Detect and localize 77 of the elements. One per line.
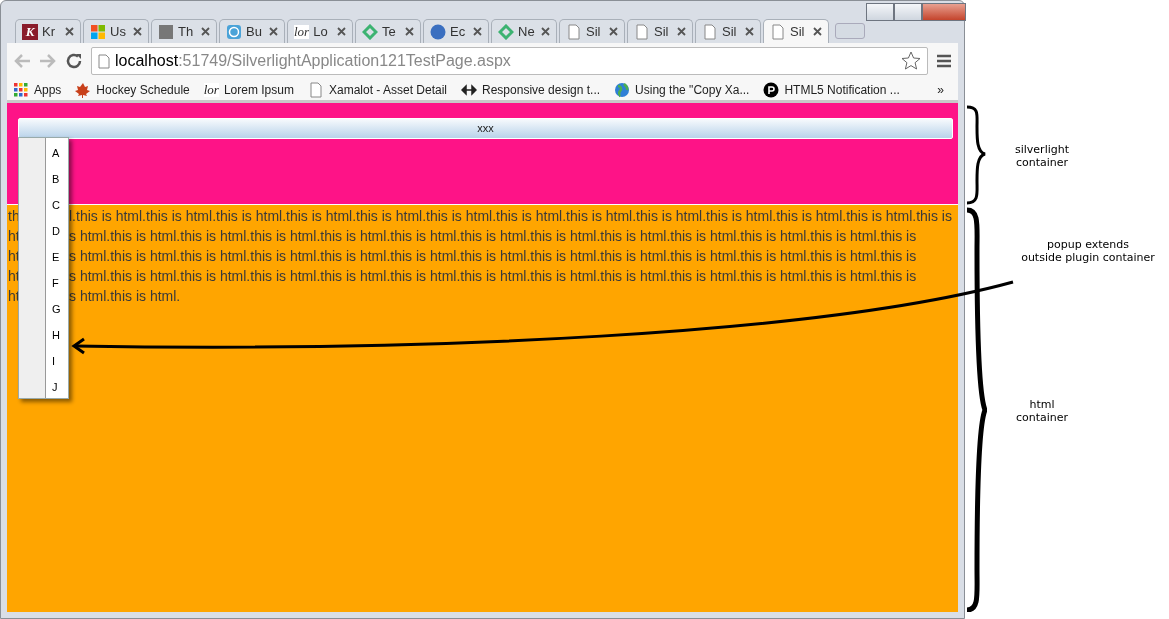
text-logo-icon: lor <box>294 24 310 39</box>
text-line: l.this is html.this is html.this is html.this is html.this is html.this is html.this is html.this is html.this is html.this is html.this is html.this is html.this is <box>69 207 952 226</box>
close-icon[interactable] <box>541 27 550 36</box>
minimize-button[interactable] <box>866 3 894 21</box>
close-icon[interactable] <box>201 27 210 36</box>
menu-item[interactable]: I <box>46 348 61 374</box>
browser-tab[interactable]: Sil <box>695 19 761 43</box>
globe-icon <box>614 81 631 98</box>
text-line: s html.this is html. <box>69 287 181 306</box>
bookmark[interactable]: Xamalot - Asset Detail <box>307 80 447 99</box>
annotation-label: silverlight container <box>1015 143 1069 169</box>
close-icon[interactable] <box>745 27 754 36</box>
page-icon <box>770 23 786 40</box>
menu-item[interactable]: F <box>46 270 61 296</box>
star-icon[interactable] <box>901 51 921 71</box>
maple-leaf-icon <box>75 81 92 98</box>
annotation-label: popup extends outside plugin container <box>1020 238 1156 264</box>
bookmark[interactable]: HTML5 Notification ... <box>763 80 900 99</box>
browser-tab[interactable]: lor Lo <box>287 19 353 43</box>
url-path: :51749/SilverlightApplication121TestPage.aspx <box>178 52 511 69</box>
close-icon[interactable] <box>269 27 278 36</box>
diamond-logo-icon <box>362 23 378 40</box>
page-icon <box>702 23 718 40</box>
browser-tab[interactable]: Sil <box>559 19 625 43</box>
close-icon[interactable] <box>65 27 74 36</box>
apps-grid-icon <box>13 81 29 98</box>
browser-tab[interactable]: Ec <box>423 19 489 43</box>
bookmark[interactable]: lor Lorem Ipsum <box>203 80 294 99</box>
diamond-logo-icon <box>498 23 514 40</box>
text-line: s html.this is html.this is html.this is html.this is html.this is html.this is html.this is html.this is html.this is html.this is html.this is html.this is <box>69 227 917 246</box>
k-logo-icon: K <box>22 23 38 40</box>
bookmark[interactable]: Hockey Schedule <box>75 80 190 99</box>
photo-placeholder <box>158 23 174 40</box>
page-icon <box>634 23 650 40</box>
menu-item[interactable]: A <box>46 140 61 166</box>
browser-tab[interactable]: Sil <box>763 19 829 43</box>
text-logo-icon: lor <box>203 82 219 97</box>
bookmark[interactable]: Apps <box>13 80 62 99</box>
bookmark[interactable]: Using the "Copy Xa... <box>614 80 750 99</box>
browser-tab[interactable]: K Kr <box>15 19 81 43</box>
text-line: s html.this is html.this is html.this is html.this is html.this is html.this is html.this is html.this is html.this is html.this is html.this is html.this is <box>69 247 917 266</box>
menu-icon[interactable] <box>936 54 952 68</box>
maximize-button[interactable] <box>894 3 922 21</box>
close-icon[interactable] <box>133 27 142 36</box>
menu-item[interactable]: H <box>46 322 61 348</box>
browser-tab[interactable]: Sil <box>627 19 693 43</box>
browser-tab[interactable]: Ne <box>491 19 557 43</box>
menu-item[interactable]: J <box>46 374 61 400</box>
menu-item[interactable]: B <box>46 166 61 192</box>
close-icon[interactable] <box>337 27 346 36</box>
xxx-button[interactable]: xxx <box>18 118 953 139</box>
url-host: localhost <box>115 52 179 69</box>
browser-tab[interactable]: Te <box>355 19 421 43</box>
page-icon <box>566 23 582 40</box>
menu-item[interactable]: C <box>46 192 61 218</box>
four-squares-icon <box>90 23 106 40</box>
browser-tab[interactable]: Bu <box>219 19 285 43</box>
menu-item[interactable]: G <box>46 296 61 322</box>
close-icon[interactable] <box>609 27 618 36</box>
double-arrow-icon <box>461 81 477 98</box>
browser-tab[interactable]: Us <box>83 19 149 43</box>
address-field[interactable]: localhost:51749/SilverlightApplication121TestPage.aspx <box>91 47 928 75</box>
page-icon <box>98 53 110 69</box>
oval-icon <box>430 23 446 40</box>
close-icon[interactable] <box>405 27 414 36</box>
menu-item[interactable]: D <box>46 218 61 244</box>
close-icon[interactable] <box>813 27 822 36</box>
text-line: s html.this is html.this is html.this is html.this is html.this is html.this is html.this is html.this is html.this is html.this is html.this is html.this is <box>69 267 917 286</box>
browser-tab[interactable]: Th <box>151 19 217 43</box>
circle-logo-icon <box>226 23 242 40</box>
annotation-label: html container <box>1014 398 1070 424</box>
close-icon[interactable] <box>677 27 686 36</box>
bookmarks-overflow[interactable]: » <box>937 80 944 99</box>
menu-item[interactable]: E <box>46 244 61 270</box>
reload-icon[interactable] <box>65 52 83 70</box>
close-icon[interactable] <box>473 27 482 36</box>
bookmark[interactable]: Responsive design t... <box>461 80 601 99</box>
